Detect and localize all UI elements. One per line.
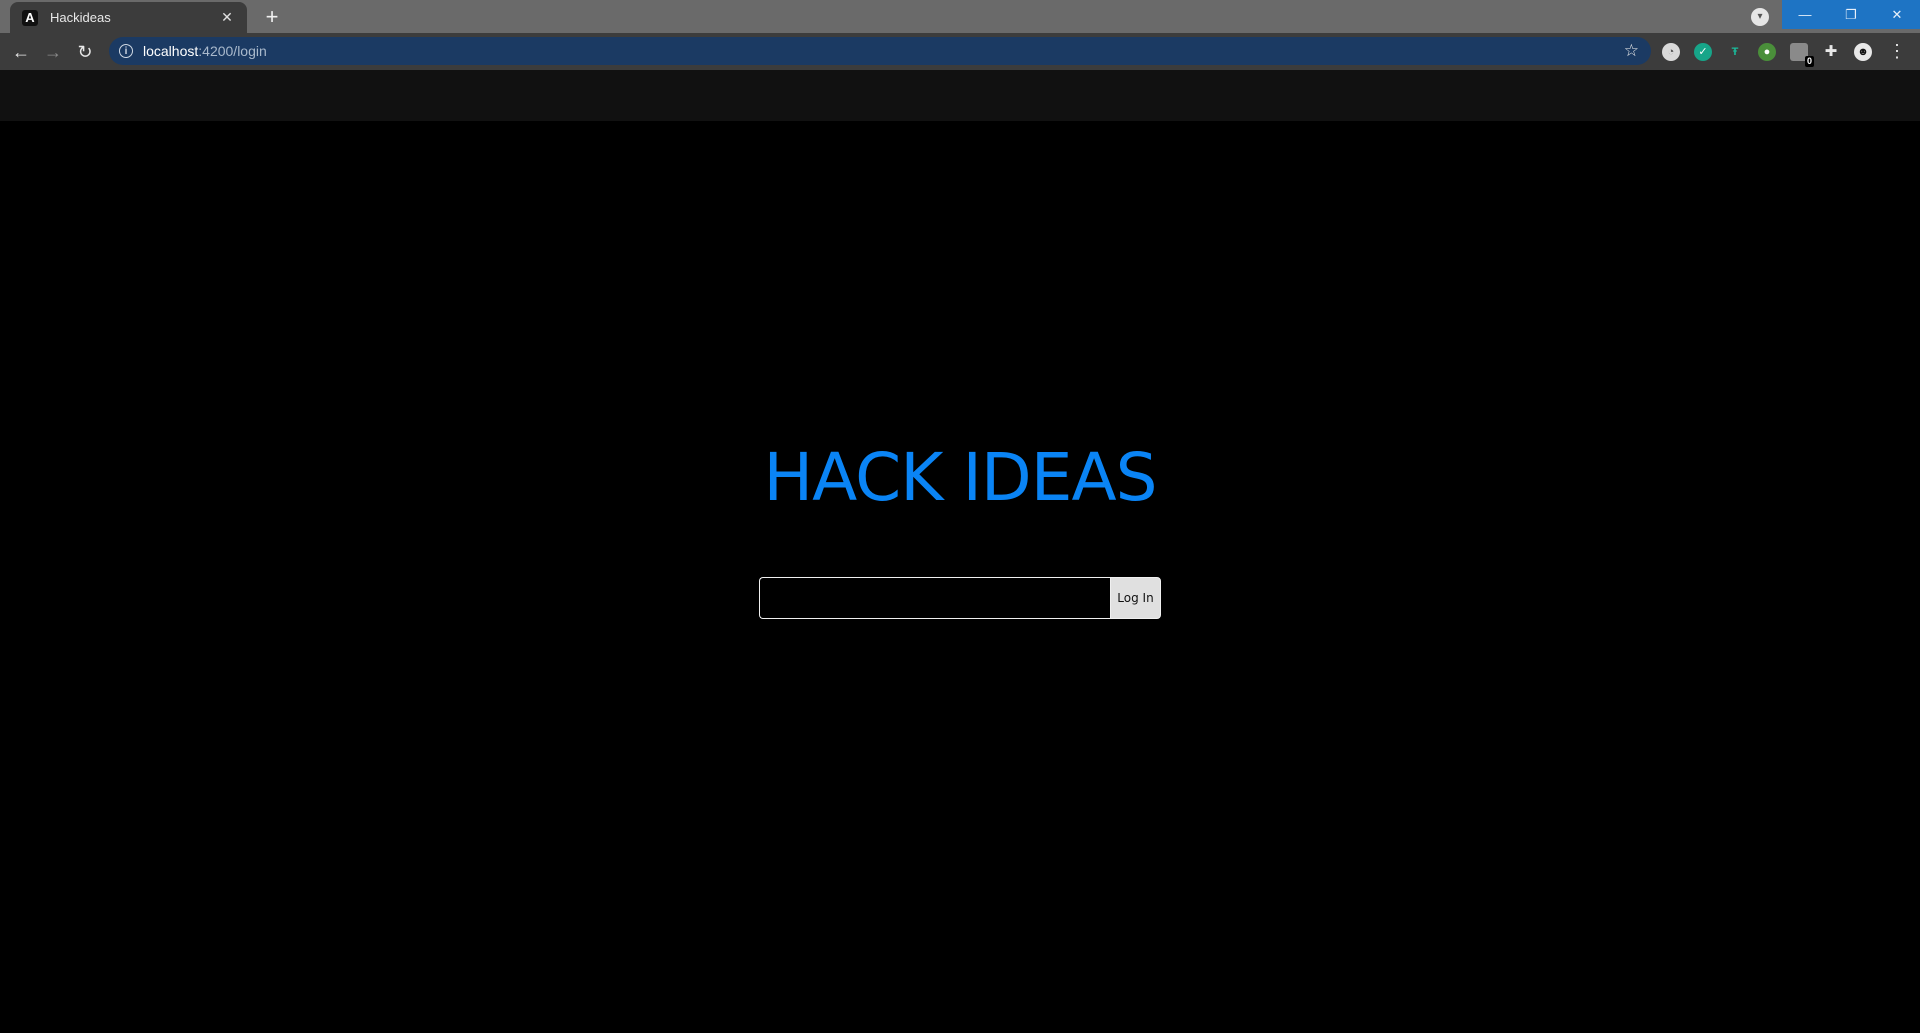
back-arrow-icon[interactable]: ← [8,39,34,65]
extension-shield-icon[interactable]: ✓ [1694,43,1712,61]
tab-hackideas[interactable]: A Hackideas ✕ [10,2,247,33]
url-path: :4200/login [198,43,267,59]
reload-icon[interactable]: ↻ [72,39,98,65]
tab-strip: A Hackideas ✕ + ▾ — ❐ ✕ [0,0,1920,33]
new-tab-button[interactable]: + [260,5,284,29]
minimize-button[interactable]: — [1782,0,1828,29]
login-form: Log In [759,577,1161,619]
forward-arrow-icon[interactable]: → [40,39,66,65]
extension-counter-icon[interactable]: 0 [1790,43,1814,67]
app-navbar [0,70,1920,121]
browser-toolbar: ← → ↻ i localhost :4200/login ☆ ◔ ✓ Ŧ ● … [0,33,1920,70]
star-icon[interactable]: ☆ [1624,41,1639,61]
url-host: localhost [143,43,199,59]
angular-favicon-icon: A [22,9,38,26]
restore-button[interactable]: ❐ [1828,0,1874,29]
extension-globe-icon[interactable]: ● [1758,43,1776,61]
page-content: HACK IDEAS Log In [0,121,1920,1033]
close-icon[interactable]: ✕ [219,9,235,26]
tab-title: Hackideas [50,10,111,25]
info-icon[interactable]: i [119,44,133,58]
page-title: HACK IDEAS [763,439,1158,516]
extension-tron-icon[interactable]: Ŧ [1726,43,1744,61]
browser-window: A Hackideas ✕ + ▾ — ❐ ✕ ← → ↻ i localhos… [0,0,1920,1033]
extensions-area: ◔ ✓ Ŧ ● 0 ✚ ☻ [1662,40,1886,67]
extension-compass-icon[interactable]: ◔ [1662,43,1680,61]
username-input[interactable] [759,577,1110,619]
close-window-button[interactable]: ✕ [1874,0,1920,29]
puzzle-icon[interactable]: ✚ [1822,43,1840,61]
address-bar[interactable]: i localhost :4200/login ☆ [109,37,1651,65]
kebab-menu-icon[interactable]: ⋮ [1888,41,1906,61]
window-controls: — ❐ ✕ [1782,0,1920,29]
extension-badge: 0 [1804,56,1814,67]
profile-avatar-icon[interactable]: ☻ [1854,43,1872,61]
tab-search-icon[interactable]: ▾ [1751,8,1769,26]
login-button[interactable]: Log In [1110,577,1161,619]
